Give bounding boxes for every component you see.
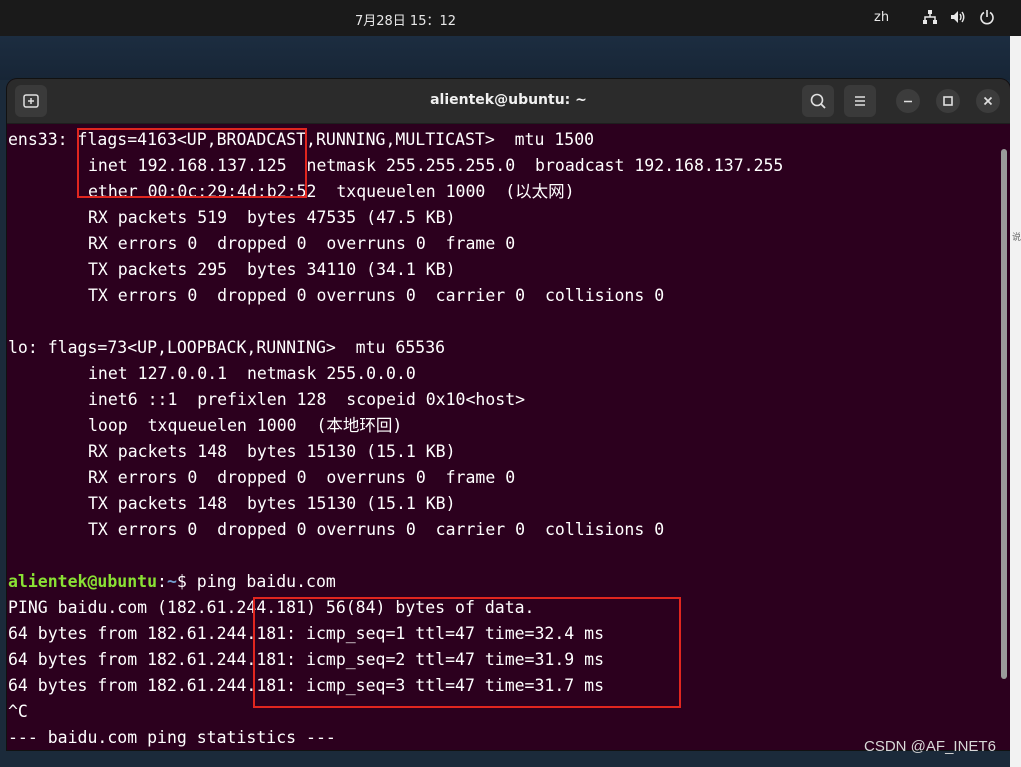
terminal-window: alientek@ubuntu: ~ ens33: flags=4163<UP,… (7, 79, 1010, 750)
maximize-button[interactable] (936, 89, 960, 113)
network-icon[interactable] (922, 9, 938, 25)
right-edge-panel (1010, 36, 1021, 767)
terminal-line-text: inet 127.0.0.1 netmask 255.0.0.0 (88, 364, 416, 383)
terminal-line-text: ether 00:0c:29:4d:b2:52 txqueuelen 1000 … (88, 182, 575, 201)
output-line: 64 bytes from 182.61.244.181: icmp_seq=2… (8, 650, 605, 669)
prompt-line: alientek@ubuntu:~$ ping baidu.com (8, 569, 988, 595)
terminal-line: inet 192.168.137.125 netmask 255.255.255… (8, 153, 988, 179)
terminal-line-text: TX errors 0 dropped 0 overruns 0 carrier… (88, 520, 665, 539)
prompt-command: ping baidu.com (196, 572, 336, 591)
close-button[interactable] (976, 89, 1000, 113)
prompt-user: alientek@ubuntu (8, 572, 158, 591)
terminal-line-text: RX errors 0 dropped 0 overruns 0 frame 0 (88, 468, 516, 487)
terminal-line: loop txqueuelen 1000 (本地环回) (8, 413, 988, 439)
terminal-line: RX errors 0 dropped 0 overruns 0 frame 0 (8, 465, 988, 491)
output-line: ^C (8, 702, 28, 721)
terminal-line: RX packets 148 bytes 15130 (15.1 KB) (8, 439, 988, 465)
terminal-line: TX packets 148 bytes 15130 (15.1 KB) (8, 491, 988, 517)
terminal-line-text: inet 192.168.137.125 netmask 255.255.255… (88, 156, 784, 175)
desktop-background (0, 36, 1021, 80)
terminal-scrollbar[interactable] (1001, 149, 1007, 679)
terminal-line-text: RX packets 148 bytes 15130 (15.1 KB) (88, 442, 456, 461)
terminal-line: RX errors 0 dropped 0 overruns 0 frame 0 (8, 231, 988, 257)
maximize-icon (943, 96, 953, 106)
terminal-output[interactable]: ens33: flags=4163<UP,BROADCAST,RUNNING,M… (8, 127, 988, 750)
terminal-line: ens33: flags=4163<UP,BROADCAST,RUNNING,M… (8, 127, 988, 153)
output-line: 64 bytes from 182.61.244.181: icmp_seq=1… (8, 624, 605, 643)
terminal-line-text: loop txqueuelen 1000 (本地环回) (88, 416, 403, 435)
terminal-line: RX packets 519 bytes 47535 (47.5 KB) (8, 205, 988, 231)
terminal-line-text: TX packets 295 bytes 34110 (34.1 KB) (88, 260, 456, 279)
power-icon[interactable] (979, 9, 995, 25)
output-line: --- baidu.com ping statistics --- (8, 728, 336, 747)
terminal-headerbar: alientek@ubuntu: ~ (7, 79, 1010, 124)
clock[interactable]: 7月28日 15：12 (0, 10, 1021, 29)
minimize-icon (904, 100, 912, 103)
edge-text: 说 (1012, 233, 1021, 243)
menu-icon (855, 96, 865, 106)
volume-icon[interactable] (950, 9, 966, 25)
prompt-symbol: $ (176, 572, 197, 591)
terminal-line: TX errors 0 dropped 0 overruns 0 carrier… (8, 517, 988, 543)
terminal-line: lo: flags=73<UP,LOOPBACK,RUNNING> mtu 65… (8, 335, 988, 361)
output-line: 64 bytes from 182.61.244.181: icmp_seq=3… (8, 676, 605, 695)
prompt-path: ~ (166, 572, 177, 591)
terminal-line: TX errors 0 dropped 0 overruns 0 carrier… (8, 283, 988, 309)
terminal-line-text: ens33: flags=4163<UP,BROADCAST,RUNNING,M… (8, 130, 595, 149)
search-button[interactable] (802, 85, 834, 117)
close-icon (983, 96, 993, 106)
terminal-line: inet 127.0.0.1 netmask 255.0.0.0 (8, 361, 988, 387)
terminal-line-text: RX packets 519 bytes 47535 (47.5 KB) (88, 208, 456, 227)
top-bar: 7月28日 15：12 zh (0, 0, 1021, 36)
terminal-line-text: RX errors 0 dropped 0 overruns 0 frame 0 (88, 234, 516, 253)
output-line: PING baidu.com (182.61.244.181) 56(84) b… (8, 598, 535, 617)
terminal-line-text: TX errors 0 dropped 0 overruns 0 carrier… (88, 286, 665, 305)
terminal-line-text: inet6 ::1 prefixlen 128 scopeid 0x10<hos… (88, 390, 526, 409)
input-language-indicator[interactable]: zh (874, 10, 889, 25)
terminal-line-text: TX packets 148 bytes 15130 (15.1 KB) (88, 494, 456, 513)
minimize-button[interactable] (896, 89, 920, 113)
watermark: CSDN @AF_INET6 (864, 738, 996, 755)
terminal-line: TX packets 295 bytes 34110 (34.1 KB) (8, 257, 988, 283)
search-icon (810, 93, 826, 109)
terminal-line: ether 00:0c:29:4d:b2:52 txqueuelen 1000 … (8, 179, 988, 205)
prompt-separator: : (157, 572, 167, 591)
terminal-line-text: lo: flags=73<UP,LOOPBACK,RUNNING> mtu 65… (8, 338, 446, 357)
menu-button[interactable] (844, 85, 876, 117)
terminal-line: inet6 ::1 prefixlen 128 scopeid 0x10<hos… (8, 387, 988, 413)
